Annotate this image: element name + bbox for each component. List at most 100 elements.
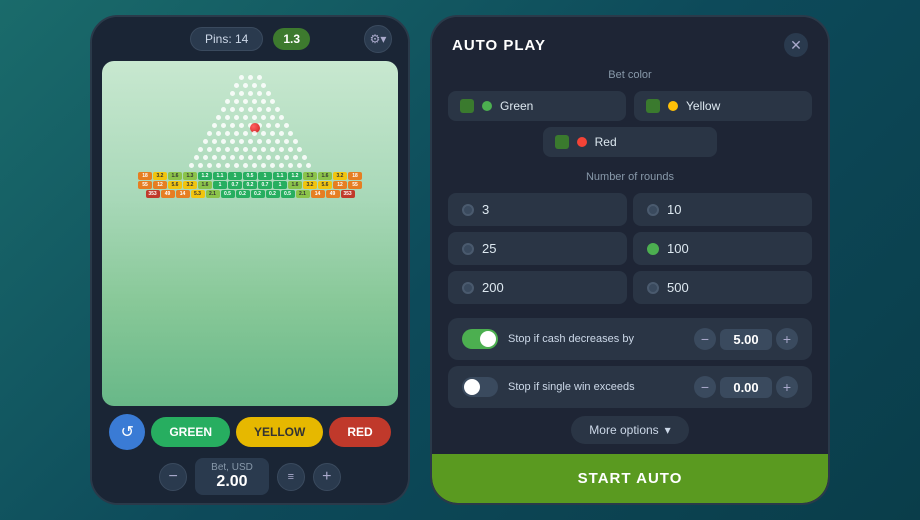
pin xyxy=(284,123,289,128)
mult-cell: 0.2 xyxy=(236,190,250,198)
pin xyxy=(279,131,284,136)
pin-row xyxy=(189,163,311,168)
green-dot xyxy=(482,101,492,111)
refresh-button[interactable]: ↺ xyxy=(109,414,145,450)
pin xyxy=(243,99,248,104)
pin-row xyxy=(221,107,280,112)
round-radio xyxy=(647,204,659,216)
pin xyxy=(243,147,248,152)
pin xyxy=(257,139,262,144)
mult-cell: 5.3 xyxy=(191,190,205,198)
pin xyxy=(297,147,302,152)
modal-body: Bet color Green Yellow xyxy=(432,69,828,454)
red-button[interactable]: RED xyxy=(329,417,390,447)
pin xyxy=(243,115,248,120)
pin xyxy=(297,163,302,168)
stop-toggle-0[interactable] xyxy=(462,329,498,349)
stop-decrease-0[interactable]: − xyxy=(694,328,716,350)
bet-controls: ↺ GREEN YELLOW RED − Bet, USD 2.00 ≡ + xyxy=(92,406,408,503)
pin xyxy=(261,163,266,168)
round-option[interactable]: 25 xyxy=(448,232,627,265)
color-option-yellow[interactable]: Yellow xyxy=(634,91,812,121)
stop-section: Stop if cash decreases by−+Stop if singl… xyxy=(448,318,812,408)
pin xyxy=(194,155,199,160)
pin xyxy=(275,155,280,160)
pin xyxy=(288,147,293,152)
mult-cell: 2.1 xyxy=(206,190,220,198)
green-checkbox[interactable] xyxy=(460,99,474,113)
more-options-button[interactable]: More options ▾ xyxy=(571,416,688,444)
stop-decrease-1[interactable]: − xyxy=(694,376,716,398)
pins-badge: Pins: 14 xyxy=(190,27,263,51)
mult-cell: 1 xyxy=(273,181,287,189)
mult-row: 183.21.61.31.21.110.511.11.21.31.63.218 xyxy=(107,172,393,180)
round-option[interactable]: 10 xyxy=(633,193,812,226)
pin xyxy=(216,115,221,120)
mult-cell: 1.2 xyxy=(288,172,302,180)
game-area: 183.21.61.31.21.110.511.11.21.31.63.2185… xyxy=(102,61,398,406)
mult-row: 55125.63.21.610.70.20.711.63.25.61255 xyxy=(107,181,393,189)
bet-amount: 2.00 xyxy=(211,473,253,491)
mult-cell: 1.6 xyxy=(288,181,302,189)
pin xyxy=(230,123,235,128)
rounds-title: Number of rounds xyxy=(448,171,812,183)
pin-row xyxy=(225,99,275,104)
pin xyxy=(248,155,253,160)
pin xyxy=(243,163,248,168)
yellow-checkbox[interactable] xyxy=(646,99,660,113)
color-option-red[interactable]: Red xyxy=(543,127,718,157)
mult-cell: 18 xyxy=(348,172,362,180)
start-auto-button[interactable]: START AUTO xyxy=(432,454,828,503)
mult-cell: 1 xyxy=(258,172,272,180)
stop-increase-1[interactable]: + xyxy=(776,376,798,398)
close-button[interactable]: ✕ xyxy=(784,33,808,57)
pin xyxy=(248,139,253,144)
settings-button[interactable]: ⚙▾ xyxy=(364,25,392,53)
stop-increase-0[interactable]: + xyxy=(776,328,798,350)
pin xyxy=(288,131,293,136)
round-option[interactable]: 100 xyxy=(633,232,812,265)
color-grid-row-2: Red xyxy=(448,127,812,157)
green-button[interactable]: GREEN xyxy=(151,417,230,447)
pin xyxy=(207,163,212,168)
pin xyxy=(203,155,208,160)
mult-cell: 5.6 xyxy=(318,181,332,189)
pin xyxy=(252,163,257,168)
pin-row xyxy=(216,115,284,120)
pin xyxy=(225,115,230,120)
red-label: Red xyxy=(595,135,617,149)
pin xyxy=(230,107,235,112)
yellow-button[interactable]: YELLOW xyxy=(236,417,323,447)
pin xyxy=(261,131,266,136)
pin xyxy=(284,139,289,144)
pin-row xyxy=(194,155,307,160)
pin xyxy=(216,147,221,152)
mult-cell: 0.5 xyxy=(281,190,295,198)
mult-cell: 1.2 xyxy=(198,172,212,180)
rounds-grid: 3 10 25100 200 500 xyxy=(448,193,812,304)
bet-increase-button[interactable]: + xyxy=(313,463,341,491)
round-option[interactable]: 500 xyxy=(633,271,812,304)
round-value: 10 xyxy=(667,202,681,217)
stop-value-input-1[interactable] xyxy=(720,377,772,398)
color-option-green[interactable]: Green xyxy=(448,91,626,121)
bet-decrease-button[interactable]: − xyxy=(159,463,187,491)
pin xyxy=(266,107,271,112)
stop-row-1: Stop if single win exceeds−+ xyxy=(448,366,812,408)
round-value: 200 xyxy=(482,280,504,295)
stop-toggle-1[interactable] xyxy=(462,377,498,397)
mult-cell: 353 xyxy=(341,190,355,198)
stop-value-input-0[interactable] xyxy=(720,329,772,350)
round-option[interactable]: 200 xyxy=(448,271,627,304)
red-checkbox[interactable] xyxy=(555,135,569,149)
pin xyxy=(234,115,239,120)
mult-cell: 0.2 xyxy=(243,181,257,189)
pin xyxy=(293,155,298,160)
pin xyxy=(306,163,311,168)
round-option[interactable]: 3 xyxy=(448,193,627,226)
stack-icon[interactable]: ≡ xyxy=(277,463,305,491)
left-phone: Pins: 14 1.3 ⚙▾ 183.21.61.31.21.110.511.… xyxy=(90,15,410,505)
pin xyxy=(279,147,284,152)
pin xyxy=(270,99,275,104)
pin xyxy=(239,75,244,80)
